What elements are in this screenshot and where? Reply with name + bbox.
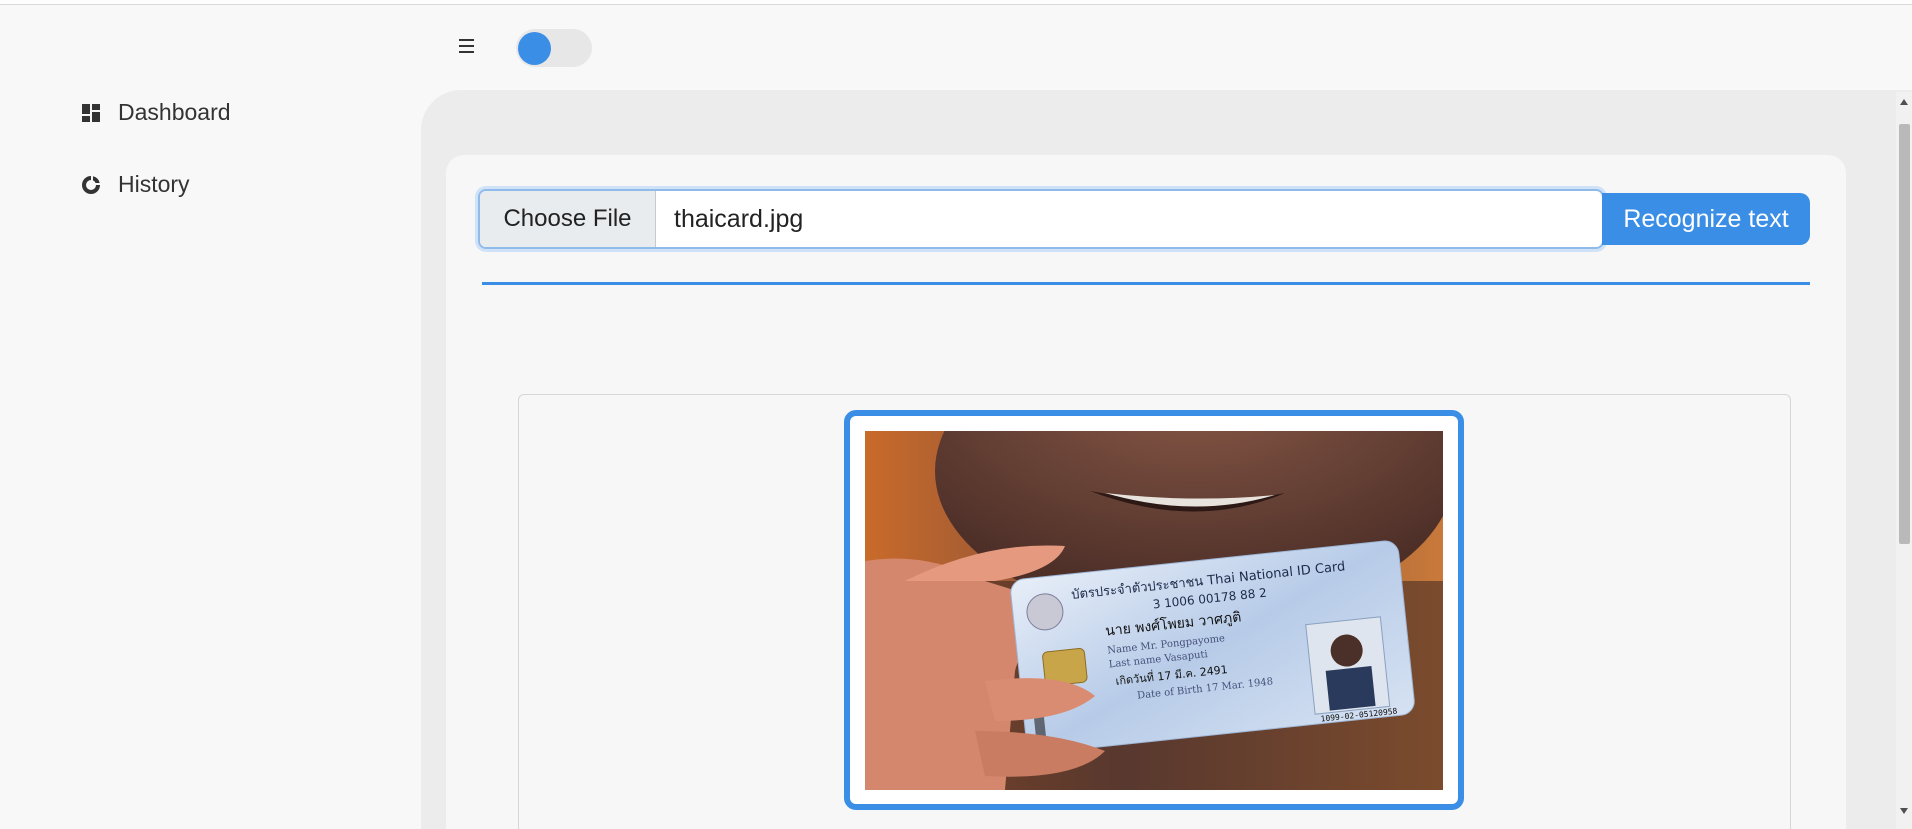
recognize-text-button[interactable]: Recognize text (1602, 193, 1810, 245)
progress-bar (482, 282, 1810, 285)
theme-toggle[interactable] (516, 29, 592, 67)
scroll-up-arrow-icon[interactable] (1896, 98, 1912, 110)
scroll-down-arrow-icon[interactable] (1896, 807, 1912, 819)
sidebar-item-dashboard[interactable]: Dashboard (80, 99, 231, 126)
top-border (0, 0, 1912, 5)
sidebar-item-label: Dashboard (118, 99, 231, 125)
file-input[interactable]: Choose File thaicard.jpg (478, 189, 1604, 249)
dashboard-grid-icon (80, 102, 102, 124)
scroll-thumb[interactable] (1899, 124, 1910, 544)
toggle-knob (518, 32, 551, 65)
scrollbar[interactable] (1896, 92, 1912, 829)
sidebar-item-history[interactable]: History (80, 171, 190, 198)
history-circle-icon (80, 174, 102, 196)
choose-file-button[interactable]: Choose File (480, 191, 656, 247)
hamburger-menu-icon[interactable] (456, 36, 478, 56)
id-card-photo: บัตรประจำตัวประชาชน Thai National ID Car… (865, 431, 1443, 790)
selected-file-name: thaicard.jpg (674, 204, 804, 233)
sidebar-item-label: History (118, 171, 190, 197)
